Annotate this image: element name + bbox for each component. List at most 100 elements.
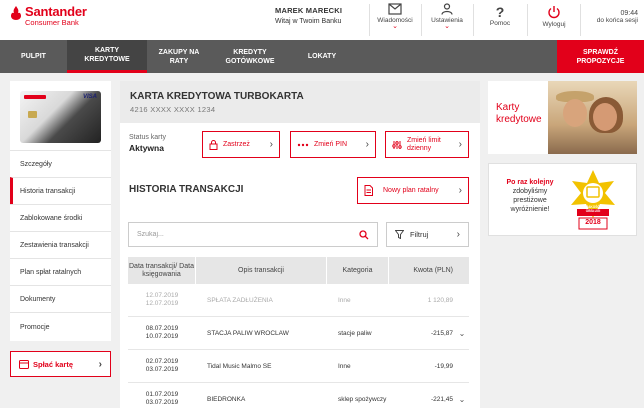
- new-installment-plan-button[interactable]: Nowy plan ratalny ›: [357, 177, 469, 204]
- nav-kredyty-gotowkowe[interactable]: KREDYTY GOTÓWKOWE: [211, 40, 289, 73]
- transaction-category: Inne: [338, 296, 351, 304]
- change-limit-button[interactable]: Zmień limit dzienny ›: [385, 131, 469, 158]
- help-button[interactable]: ? Pomoc: [477, 4, 523, 28]
- sliders-icon: [392, 140, 402, 149]
- filter-label: Filtruj: [410, 230, 429, 239]
- expand-chevron-icon[interactable]: [455, 284, 469, 316]
- card-icon: [19, 359, 29, 369]
- sidebar-item-zestawienia[interactable]: Zestawienia transakcji: [10, 231, 111, 258]
- new-installment-plan-label: Nowy plan ratalny: [383, 186, 439, 194]
- brand-name: Santander: [25, 4, 87, 19]
- card-chip: [28, 111, 37, 118]
- chevron-right-icon: ›: [269, 139, 273, 150]
- check-offers-button[interactable]: SPRAWDŹ PROPOZYCJE: [557, 40, 644, 73]
- session-label: do końca sesji: [596, 17, 638, 24]
- sidebar-item-historia[interactable]: Historia transakcji: [10, 177, 111, 204]
- visa-logo-icon: VISA: [82, 94, 97, 100]
- divider: [473, 4, 474, 36]
- santander-logo[interactable]: Santander Consumer Bank: [10, 4, 87, 27]
- search-input[interactable]: [137, 231, 359, 238]
- status-label: Status karty: [129, 134, 166, 141]
- sidebar-item-plan-splat[interactable]: Plan spłat ratalnych: [10, 258, 111, 285]
- search-icon[interactable]: [359, 229, 369, 240]
- main-panel: KARTA KREDYTOWA TURBOKARTA 4216 XXXX XXX…: [120, 81, 480, 408]
- transaction-description: SPŁATA ZADŁUŻENIA: [207, 296, 273, 304]
- award-promo[interactable]: Po raz kolejny zdobyliśmy prestiżowe wyr…: [488, 163, 637, 236]
- card-number: 4216 XXXX XXXX 1234: [130, 105, 216, 114]
- top-bar: Santander Consumer Bank MAREK MARECKI Wi…: [0, 0, 644, 40]
- flame-logo-icon: [11, 6, 21, 20]
- chevron-right-icon: ›: [98, 358, 102, 370]
- column-header-description[interactable]: Opis transakcji: [196, 257, 327, 284]
- messages-button[interactable]: Wiadomości ⌄: [372, 3, 418, 30]
- filter-button[interactable]: Filtruj ›: [386, 222, 469, 247]
- column-header-category[interactable]: Kategoria: [327, 257, 389, 284]
- table-row[interactable]: 02.07.2019 03.07.2019 Tidal Music Malmo SE…: [128, 350, 469, 383]
- user-name: MAREK MARECKI: [275, 6, 343, 15]
- transaction-date: 01.07.2019 03.07.2019: [128, 383, 196, 408]
- power-icon: [548, 6, 560, 19]
- table-row[interactable]: 01.07.2019 03.07.2019 BIEDRONKA sklep spoży…: [128, 383, 469, 408]
- award-line2: zdobyliśmy prestiżowe: [512, 188, 548, 204]
- chevron-right-icon: ›: [456, 229, 460, 240]
- award-text: Po raz kolejny zdobyliśmy prestiżowe wyr…: [495, 178, 565, 214]
- settings-button[interactable]: Ustawienia ⌄: [424, 3, 470, 30]
- badge-text: JAKOŚĆ OBSŁUGI: [585, 205, 601, 213]
- divider: [421, 4, 422, 36]
- funnel-icon: [395, 230, 404, 239]
- pin-icon: [297, 143, 309, 146]
- document-icon: [364, 185, 373, 196]
- transaction-description: BIEDRONKA: [207, 395, 246, 403]
- promo-title: Karty kredytowe: [496, 102, 542, 125]
- user-icon: [441, 3, 453, 15]
- repay-card-button[interactable]: Spłać kartę ›: [10, 351, 111, 377]
- sidebar-item-dokumenty[interactable]: Dokumenty: [10, 285, 111, 312]
- change-limit-label: Zmień limit dzienny: [407, 136, 441, 152]
- transaction-date-value: 08.07.2019: [145, 325, 179, 332]
- column-header-date[interactable]: Data transakcji/ Data księgowania: [128, 257, 196, 284]
- expand-chevron-icon[interactable]: ⌄: [455, 317, 469, 349]
- transaction-category: sklep spożywczy: [338, 395, 387, 403]
- chevron-down-icon: ⌄: [444, 23, 450, 30]
- block-card-button[interactable]: Zastrzeż ›: [202, 131, 280, 158]
- award-line1: Po raz kolejny: [506, 179, 554, 186]
- card-logo: [24, 95, 46, 99]
- table-row[interactable]: 12.07.2019 12.07.2019 SPŁATA ZADŁUŻENIA Inn…: [128, 284, 469, 317]
- expand-chevron-icon[interactable]: ⌄: [455, 383, 469, 408]
- history-title: HISTORIA TRANSAKCJI: [129, 184, 244, 195]
- posting-date-value: 03.07.2019: [145, 399, 179, 406]
- nav-karty-kredytowe[interactable]: KARTY KREDYTOWE: [67, 40, 147, 73]
- transaction-amount: -221,45: [430, 395, 453, 403]
- nav-lokaty[interactable]: LOKATY: [289, 40, 355, 73]
- posting-date-value: 12.07.2019: [145, 300, 179, 307]
- transactions-table: Data transakcji/ Data księgowania Opis t…: [128, 257, 469, 408]
- nav-pulpit[interactable]: PULPIT: [0, 40, 67, 73]
- credit-cards-promo[interactable]: Karty kredytowe: [488, 81, 637, 154]
- award-line3: wyróżnienie!: [510, 206, 550, 213]
- posting-date-value: 03.07.2019: [145, 366, 179, 373]
- column-header-amount[interactable]: Kwota (PLN): [389, 257, 469, 284]
- transaction-date-value: 01.07.2019: [145, 391, 179, 398]
- chevron-right-icon: ›: [458, 185, 462, 196]
- change-pin-button[interactable]: Zmień PIN ›: [290, 131, 376, 158]
- transaction-amount: -19,99: [434, 362, 453, 370]
- sidebar-item-promocje[interactable]: Promocje: [10, 312, 111, 341]
- chevron-right-icon: ›: [365, 139, 369, 150]
- transaction-category: stacje paliw: [338, 329, 372, 337]
- transaction-amount: 1 120,89: [427, 296, 453, 304]
- table-row[interactable]: 08.07.2019 10.07.2019 STACJA PALIW WROCLAW…: [128, 317, 469, 350]
- nav-zakupy-na-raty[interactable]: ZAKUPY NA RATY: [147, 40, 211, 73]
- question-icon: ?: [495, 4, 505, 20]
- expand-chevron-icon[interactable]: [455, 350, 469, 382]
- card-title: KARTA KREDYTOWA TURBOKARTA: [130, 91, 304, 102]
- sidebar-item-szczegoly[interactable]: Szczegóły: [10, 150, 111, 177]
- lock-icon: [209, 139, 218, 150]
- sidebar-item-zablokowane[interactable]: Zablokowane środki: [10, 204, 111, 231]
- photo-detail: [563, 99, 587, 127]
- logout-button[interactable]: Wyloguj: [531, 5, 577, 28]
- table-body: 12.07.2019 12.07.2019 SPŁATA ZADŁUŻENIA Inn…: [128, 284, 469, 408]
- transaction-date-value: 02.07.2019: [145, 358, 179, 365]
- repay-card-label: Spłać kartę: [33, 359, 74, 369]
- transaction-description: STACJA PALIW WROCLAW: [207, 329, 289, 337]
- divider: [369, 4, 370, 36]
